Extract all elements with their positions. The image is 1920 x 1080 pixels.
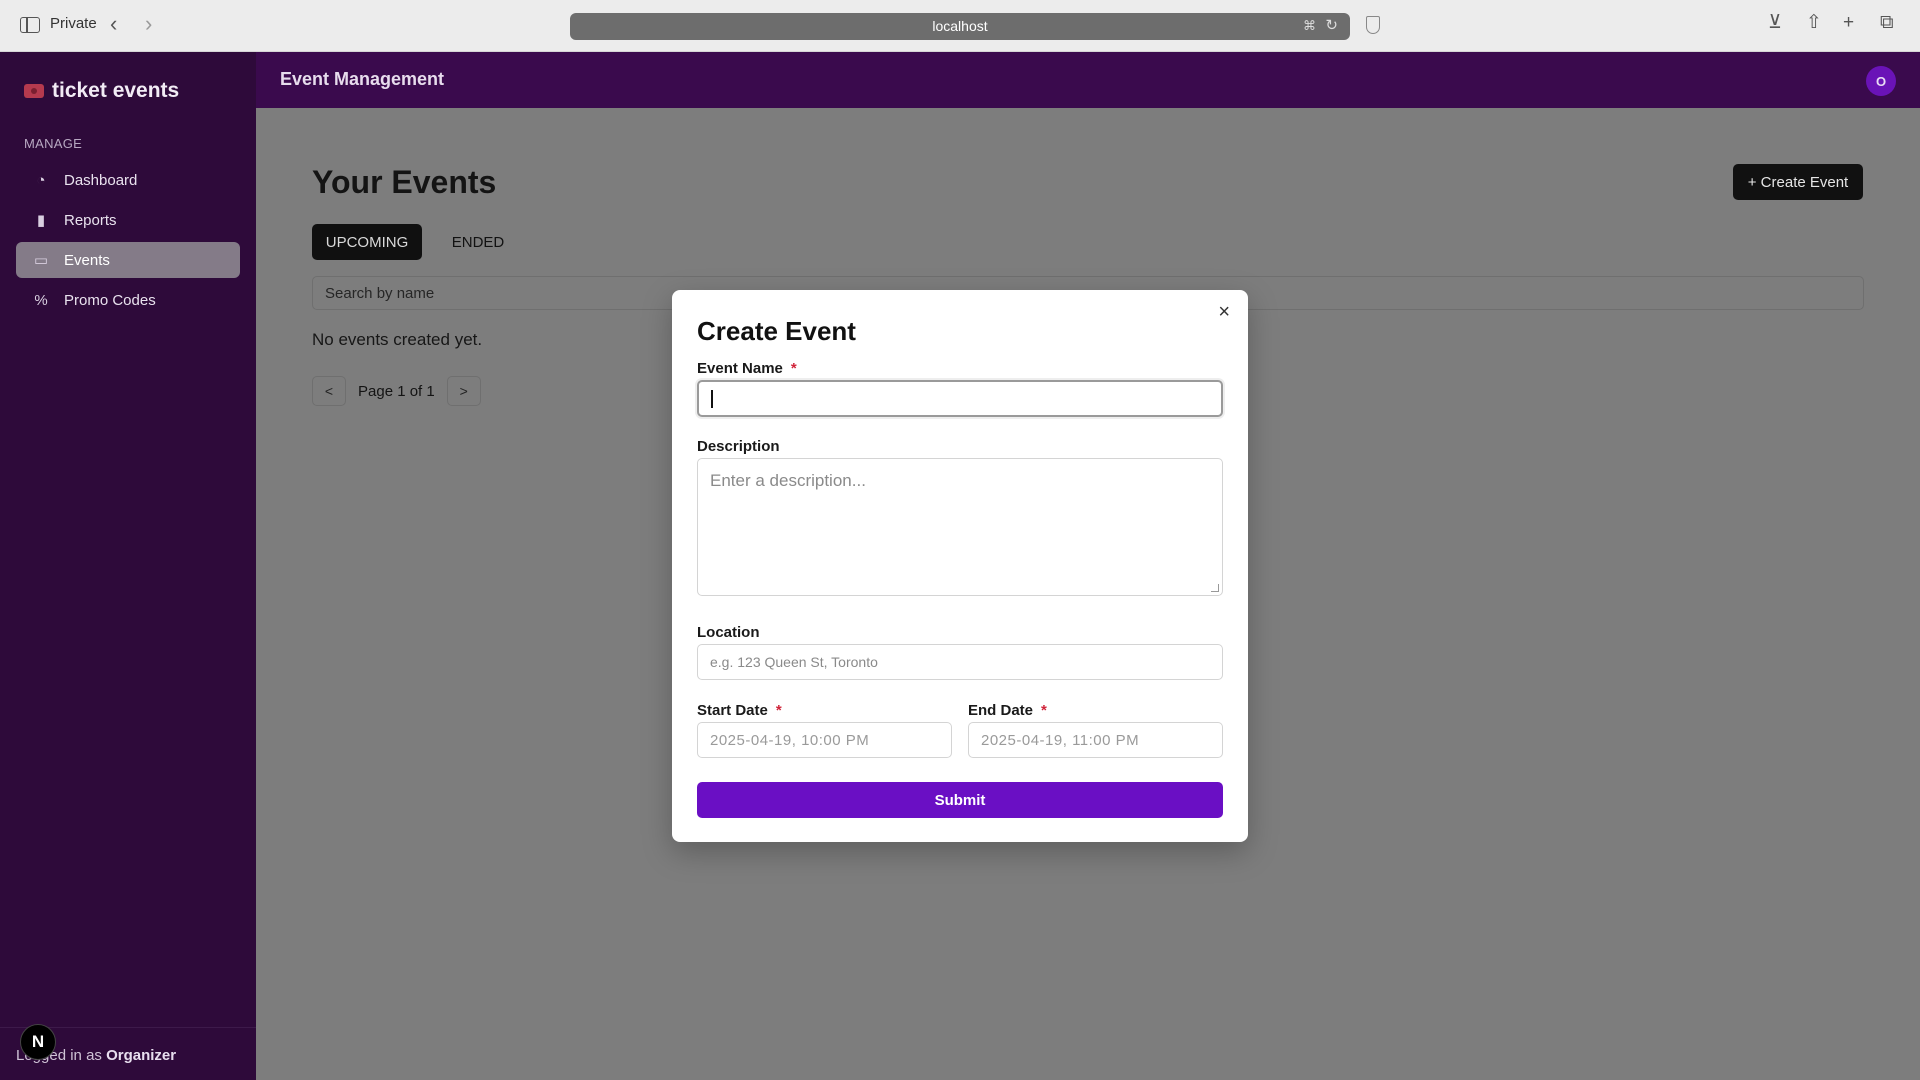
sidebar-item-label: Dashboard [64,171,138,189]
sidebar-item-events[interactable]: ▭ Events [16,242,240,278]
location-placeholder: e.g. 123 Queen St, Toronto [710,654,878,670]
event-name-input[interactable] [697,380,1223,417]
private-mode-label: Private [50,15,97,32]
percent-icon: % [34,291,48,309]
tab-ended[interactable]: ENDED [438,224,518,260]
submit-button[interactable]: Submit [697,782,1223,818]
shield-icon[interactable] [1366,16,1380,34]
close-icon[interactable]: × [1218,302,1230,322]
empty-state-message: No events created yet. [312,330,483,349]
location-input[interactable]: e.g. 123 Queen St, Toronto [697,644,1223,680]
pagination: < Page 1 of 1 > [312,376,481,406]
sidebar-item-label: Reports [64,211,117,229]
sidebar-toggle-icon[interactable] [20,17,40,33]
translate-icon[interactable]: ⌘ [1303,18,1316,34]
share-icon[interactable]: ⇧ [1806,13,1822,32]
brand-logo[interactable]: ticket events [24,79,179,103]
prev-page-button[interactable]: < [312,376,346,406]
new-tab-icon[interactable]: + [1843,13,1854,32]
sidebar-nav: ◔ Dashboard ▮ Reports ▭ Events % Promo C… [16,162,240,322]
page-title: Your Events [312,164,497,200]
sidebar-item-promo-codes[interactable]: % Promo Codes [16,282,240,318]
end-date-label: End Date * [968,702,1047,719]
logged-in-user: Organizer [106,1047,177,1064]
url-text: localhost [932,18,988,34]
required-mark: * [790,360,797,377]
header-title: Event Management [280,69,445,89]
address-bar[interactable]: localhost ⌘ ↻ [570,13,1350,40]
event-name-label: Event Name * [697,360,797,377]
description-textarea[interactable]: Enter a description... [697,458,1223,596]
end-date-label-text: End Date [968,702,1034,719]
app-header: Event Management O [256,52,1920,108]
sidebar: ticket events MANAGE ◔ Dashboard ▮ Repor… [0,52,256,1080]
start-date-placeholder: 2025-04-19, 10:00 PM [710,731,870,749]
text-caret [711,389,713,408]
end-date-placeholder: 2025-04-19, 11:00 PM [981,731,1140,749]
ticket-logo-icon [24,84,44,98]
create-event-button[interactable]: + Create Event [1733,164,1863,200]
bar-chart-icon: ▮ [36,212,46,229]
start-date-label-text: Start Date [697,702,768,719]
sidebar-item-label: Events [64,251,110,269]
tab-overview-icon[interactable]: ⧉ [1880,13,1894,32]
start-date-label: Start Date * [697,702,782,719]
description-placeholder: Enter a description... [710,471,866,490]
end-date-input[interactable]: 2025-04-19, 11:00 PM [968,722,1223,758]
sidebar-item-label: Promo Codes [64,291,156,309]
start-date-input[interactable]: 2025-04-19, 10:00 PM [697,722,952,758]
required-mark: * [775,702,782,719]
sidebar-item-reports[interactable]: ▮ Reports [16,202,240,238]
create-event-modal: × Create Event Event Name * Description E… [672,290,1248,842]
reload-icon[interactable]: ↻ [1325,16,1338,34]
resize-handle-icon[interactable] [1211,584,1219,592]
gauge-icon: ◔ [36,171,46,189]
location-label: Location [697,624,760,641]
browser-toolbar: Private ‹ › localhost ⌘ ↻ ⊻ ⇧ + ⧉ [0,0,1920,52]
sidebar-item-dashboard[interactable]: ◔ Dashboard [16,162,240,198]
modal-title: Create Event [697,316,856,346]
ticket-icon: ▭ [33,252,49,269]
dev-tools-badge[interactable]: N [20,1024,56,1060]
page-indicator: Page 1 of 1 [358,382,435,400]
required-mark: * [1041,702,1047,719]
event-name-label-text: Event Name [697,360,783,377]
avatar[interactable]: O [1866,66,1896,96]
brand-name: ticket events [52,79,180,102]
back-arrow-icon[interactable]: ‹ [110,13,117,35]
section-label-manage: MANAGE [24,136,83,151]
next-page-button[interactable]: > [446,376,481,406]
download-icon[interactable]: ⊻ [1768,13,1782,32]
tab-upcoming[interactable]: UPCOMING [312,224,422,260]
forward-arrow-icon[interactable]: › [145,13,152,35]
description-label: Description [697,438,780,455]
